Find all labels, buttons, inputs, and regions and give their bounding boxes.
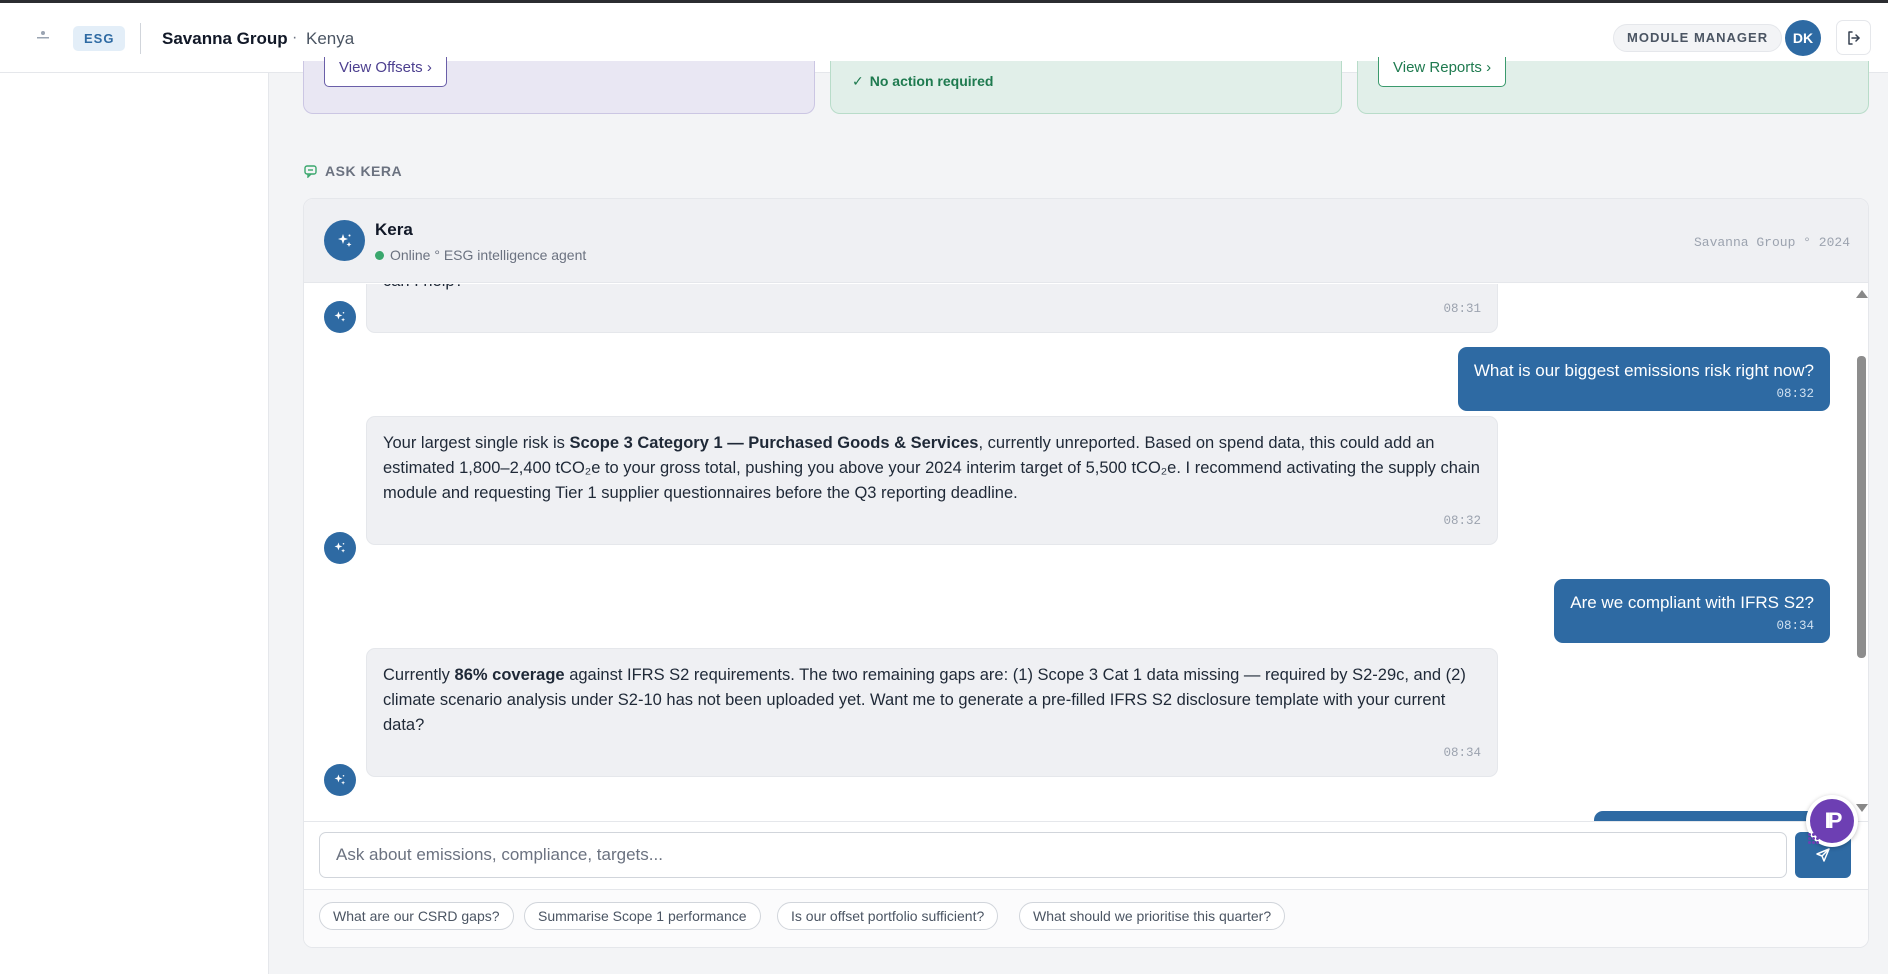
view-offsets-button[interactable]: View Offsets › <box>324 57 447 87</box>
logout-icon <box>1847 30 1860 45</box>
message-composer <box>304 821 1868 889</box>
suggestion-bar: What are our CSRD gaps? Summarise Scope … <box>304 889 1868 947</box>
bot-message: Your largest single risk is Scope 3 Cate… <box>366 416 1498 545</box>
view-reports-button[interactable]: View Reports › <box>1378 57 1507 87</box>
message-text: Your largest single risk is Scope 3 Cate… <box>383 434 1480 502</box>
bot-avatar <box>324 764 356 796</box>
agent-name: Kera <box>375 220 413 239</box>
status-message: ✓ No action required <box>852 73 994 89</box>
check-icon: ✓ <box>852 73 864 89</box>
sparkle-icon <box>334 542 346 553</box>
organization-name: Savanna Group <box>162 29 288 48</box>
esg-badge: ESG <box>73 26 126 51</box>
offsets-card: View Offsets › <box>303 57 815 114</box>
scroll-up-arrow-icon[interactable] <box>1856 290 1868 298</box>
reports-card: View Reports › <box>1357 57 1869 114</box>
sparkle-icon <box>334 311 346 322</box>
suggestion-chip[interactable]: What are our CSRD gaps? <box>319 902 514 930</box>
status-card: ✓ No action required <box>830 61 1342 114</box>
user-avatar[interactable]: DK <box>1785 20 1821 56</box>
user-message: What is our biggest emissions risk right… <box>1457 347 1830 411</box>
sparkle-icon <box>337 233 351 247</box>
ask-kera-section-title: ASK KERA <box>304 163 402 179</box>
scroll-down-arrow-icon[interactable] <box>1856 804 1868 812</box>
bot-avatar <box>324 301 356 333</box>
organization-country: Kenya <box>306 29 355 48</box>
send-icon <box>1816 848 1830 862</box>
message-time: 08:31 <box>1443 302 1481 316</box>
scrollbar-thumb[interactable] <box>1857 356 1866 658</box>
suggestion-chip[interactable]: Summarise Scope 1 performance <box>524 902 761 930</box>
logout-button[interactable] <box>1836 20 1871 55</box>
message-time: 08:32 <box>1776 387 1814 401</box>
bot-message: Currently 86% coverage against IFRS S2 r… <box>366 648 1498 777</box>
bot-message: can I help? 08:31 <box>366 284 1498 333</box>
message-time: 08:34 <box>1443 746 1481 760</box>
user-message-partial <box>1594 811 1830 821</box>
chat-input[interactable] <box>319 832 1787 878</box>
sidebar <box>0 73 269 974</box>
app-logo-icon <box>37 31 49 39</box>
role-badge: MODULE MANAGER <box>1613 24 1783 52</box>
message-text: Currently 86% coverage against IFRS S2 r… <box>383 666 1466 734</box>
bot-avatar <box>324 532 356 564</box>
message-text: What is our biggest emissions risk right… <box>1473 361 1814 380</box>
chat-meta: Savanna Group ° 2024 <box>1693 235 1850 250</box>
scrollbar[interactable] <box>1856 284 1868 821</box>
chevron-right-icon: › <box>426 59 432 76</box>
chat-panel: Kera Online ° ESG intelligence agent Sav… <box>303 198 1869 948</box>
user-message: Are we compliant with IFRS S2? 08:34 <box>1554 579 1830 643</box>
message-list[interactable]: can I help? 08:31 What is our biggest em… <box>304 284 1868 821</box>
chat-bubble-icon <box>304 164 317 178</box>
header-divider <box>140 23 141 54</box>
message-text: Are we compliant with IFRS S2? <box>1570 593 1814 612</box>
agent-status: Online ° ESG intelligence agent <box>375 247 586 263</box>
suggestion-chip[interactable]: What should we prioritise this quarter? <box>1019 902 1286 930</box>
message-time: 08:32 <box>1443 514 1481 528</box>
header-separator: · <box>292 29 298 46</box>
grid-dots-icon <box>1808 833 1819 844</box>
message-text: can I help? <box>383 284 1481 294</box>
suggestion-chip[interactable]: Is our offset portfolio sufficient? <box>777 902 999 930</box>
online-indicator <box>375 250 384 260</box>
chat-header: Kera Online ° ESG intelligence agent Sav… <box>304 199 1868 283</box>
chevron-right-icon: › <box>1486 59 1492 76</box>
agent-avatar <box>324 220 365 261</box>
message-time: 08:34 <box>1776 619 1814 633</box>
sparkle-icon <box>334 774 346 785</box>
